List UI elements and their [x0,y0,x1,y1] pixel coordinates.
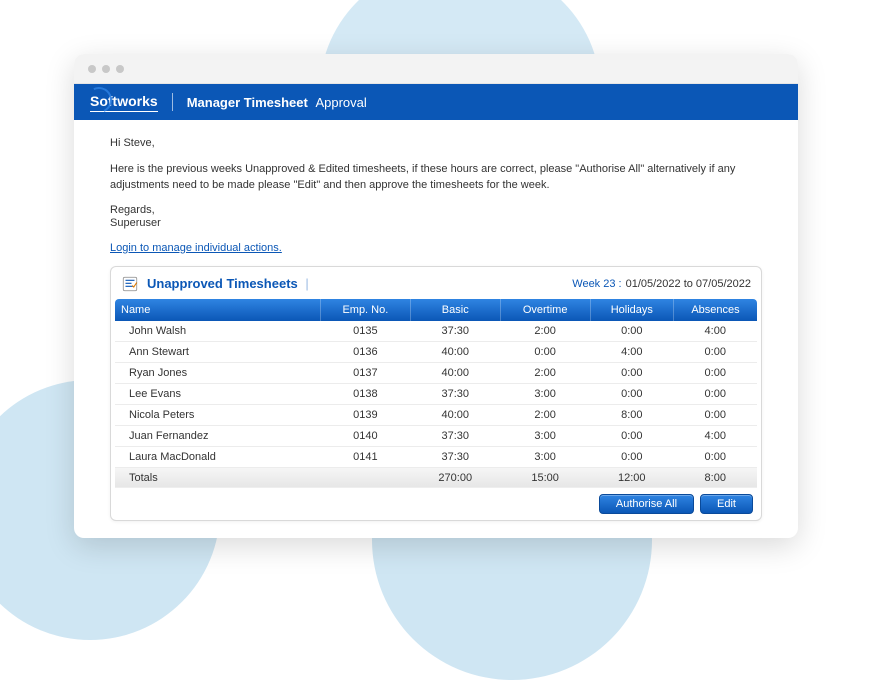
cell-name: Ann Stewart [115,341,320,362]
cell-hol: 0:00 [590,321,673,342]
cell-abs: 0:00 [674,341,757,362]
regards-label: Regards, [110,204,762,216]
cell-basic: 40:00 [410,404,500,425]
panel-title: Unapproved Timesheets | [147,276,309,291]
table-row[interactable]: Nicola Peters013940:002:008:000:00 [115,404,757,425]
cell-abs: 4:00 [674,425,757,446]
cell-basic: 37:30 [410,383,500,404]
window-titlebar [74,54,798,84]
totals-overtime: 15:00 [500,467,590,488]
cell-hol: 0:00 [590,425,673,446]
email-content: Hi Steve, Here is the previous weeks Una… [74,120,798,538]
cell-name: Ryan Jones [115,362,320,383]
cell-basic: 37:30 [410,446,500,467]
panel-header: Unapproved Timesheets | Week 23 : 01/05/… [115,271,757,299]
cell-emp: 0140 [320,425,410,446]
cell-ot: 2:00 [500,404,590,425]
totals-absences: 8:00 [674,467,757,488]
totals-label: Totals [115,467,410,488]
table-row[interactable]: Ann Stewart013640:000:004:000:00 [115,341,757,362]
week-range: 01/05/2022 to 07/05/2022 [626,278,751,290]
cell-ot: 2:00 [500,321,590,342]
cell-ot: 3:00 [500,446,590,467]
cell-abs: 0:00 [674,362,757,383]
totals-holidays: 12:00 [590,467,673,488]
cell-abs: 0:00 [674,383,757,404]
cell-abs: 4:00 [674,321,757,342]
cell-ot: 2:00 [500,362,590,383]
greeting: Hi Steve, [110,136,762,152]
cell-emp: 0141 [320,446,410,467]
totals-basic: 270:00 [410,467,500,488]
page-title-strong: Manager Timesheet [187,95,308,110]
timesheets-table: Name Emp. No. Basic Overtime Holidays Ab… [115,299,757,488]
app-header: Softworks Manager Timesheet Approval [74,84,798,120]
cell-hol: 4:00 [590,341,673,362]
page-title-light: Approval [315,95,366,110]
message-body: Here is the previous weeks Unapproved & … [110,162,762,194]
cell-ot: 0:00 [500,341,590,362]
cell-hol: 0:00 [590,383,673,404]
cell-emp: 0135 [320,321,410,342]
cell-emp: 0137 [320,362,410,383]
cell-abs: 0:00 [674,446,757,467]
cell-emp: 0139 [320,404,410,425]
totals-row: Totals270:0015:0012:008:00 [115,467,757,488]
cell-name: Lee Evans [115,383,320,404]
window-dot [88,65,96,73]
cell-emp: 0136 [320,341,410,362]
cell-hol: 0:00 [590,362,673,383]
col-basic[interactable]: Basic [410,299,500,321]
col-empno[interactable]: Emp. No. [320,299,410,321]
browser-window: Softworks Manager Timesheet Approval Hi … [74,54,798,538]
brand-logo: Softworks [90,93,158,112]
logo-swoosh-icon [82,83,115,116]
login-link[interactable]: Login to manage individual actions. [110,242,282,254]
sender-name: Superuser [110,216,762,232]
table-row[interactable]: Laura MacDonald014137:303:000:000:00 [115,446,757,467]
window-dot [116,65,124,73]
cell-basic: 40:00 [410,341,500,362]
col-absences[interactable]: Absences [674,299,757,321]
table-header-row: Name Emp. No. Basic Overtime Holidays Ab… [115,299,757,321]
week-label: Week 23 : [572,278,621,290]
cell-name: Laura MacDonald [115,446,320,467]
action-row: Authorise All Edit [115,488,757,516]
header-separator [172,93,173,111]
cell-abs: 0:00 [674,404,757,425]
cell-hol: 0:00 [590,446,673,467]
cell-basic: 37:30 [410,321,500,342]
cell-name: Juan Fernandez [115,425,320,446]
cell-name: Nicola Peters [115,404,320,425]
col-name[interactable]: Name [115,299,320,321]
timesheet-icon [121,275,139,293]
page-title: Manager Timesheet Approval [187,95,367,110]
cell-name: John Walsh [115,321,320,342]
cell-basic: 40:00 [410,362,500,383]
window-dot [102,65,110,73]
col-holidays[interactable]: Holidays [590,299,673,321]
table-row[interactable]: Lee Evans013837:303:000:000:00 [115,383,757,404]
table-row[interactable]: Ryan Jones013740:002:000:000:00 [115,362,757,383]
table-row[interactable]: Juan Fernandez014037:303:000:004:00 [115,425,757,446]
table-row[interactable]: John Walsh013537:302:000:004:00 [115,321,757,342]
edit-button[interactable]: Edit [700,494,753,514]
cell-emp: 0138 [320,383,410,404]
cell-basic: 37:30 [410,425,500,446]
col-overtime[interactable]: Overtime [500,299,590,321]
authorise-all-button[interactable]: Authorise All [599,494,694,514]
cell-ot: 3:00 [500,425,590,446]
cell-ot: 3:00 [500,383,590,404]
cell-hol: 8:00 [590,404,673,425]
timesheets-panel: Unapproved Timesheets | Week 23 : 01/05/… [110,266,762,521]
